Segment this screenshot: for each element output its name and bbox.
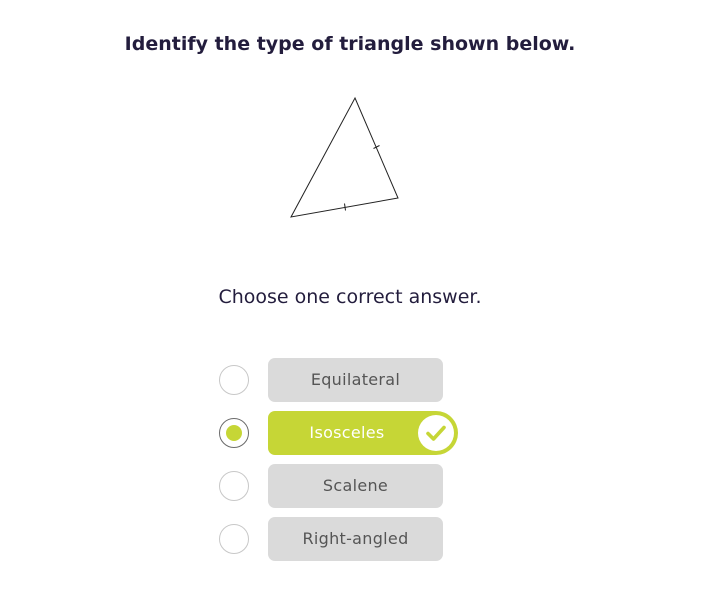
option-label: Isosceles <box>309 423 385 442</box>
tick-mark-base <box>344 203 346 211</box>
triangle-shape <box>290 96 399 218</box>
checkmark-icon <box>418 415 454 451</box>
option-button[interactable]: Right-angled <box>268 517 443 561</box>
radio-button-selected[interactable] <box>219 418 249 448</box>
radio-button[interactable] <box>219 365 249 395</box>
option-label: Right-angled <box>302 529 409 548</box>
option-button-correct[interactable]: Isosceles <box>268 411 458 455</box>
option-label: Equilateral <box>310 370 401 389</box>
question-title: Identify the type of triangle shown belo… <box>124 33 576 55</box>
triangle-icon <box>290 96 399 218</box>
option-label: Scalene <box>322 476 389 495</box>
option-button[interactable]: Equilateral <box>268 358 443 402</box>
radio-button[interactable] <box>219 471 249 501</box>
instruction-text: Choose one correct answer. <box>218 286 482 308</box>
radio-button[interactable] <box>219 524 249 554</box>
radio-selected-dot <box>226 425 242 441</box>
option-button[interactable]: Scalene <box>268 464 443 508</box>
triangle-figure <box>280 90 410 225</box>
